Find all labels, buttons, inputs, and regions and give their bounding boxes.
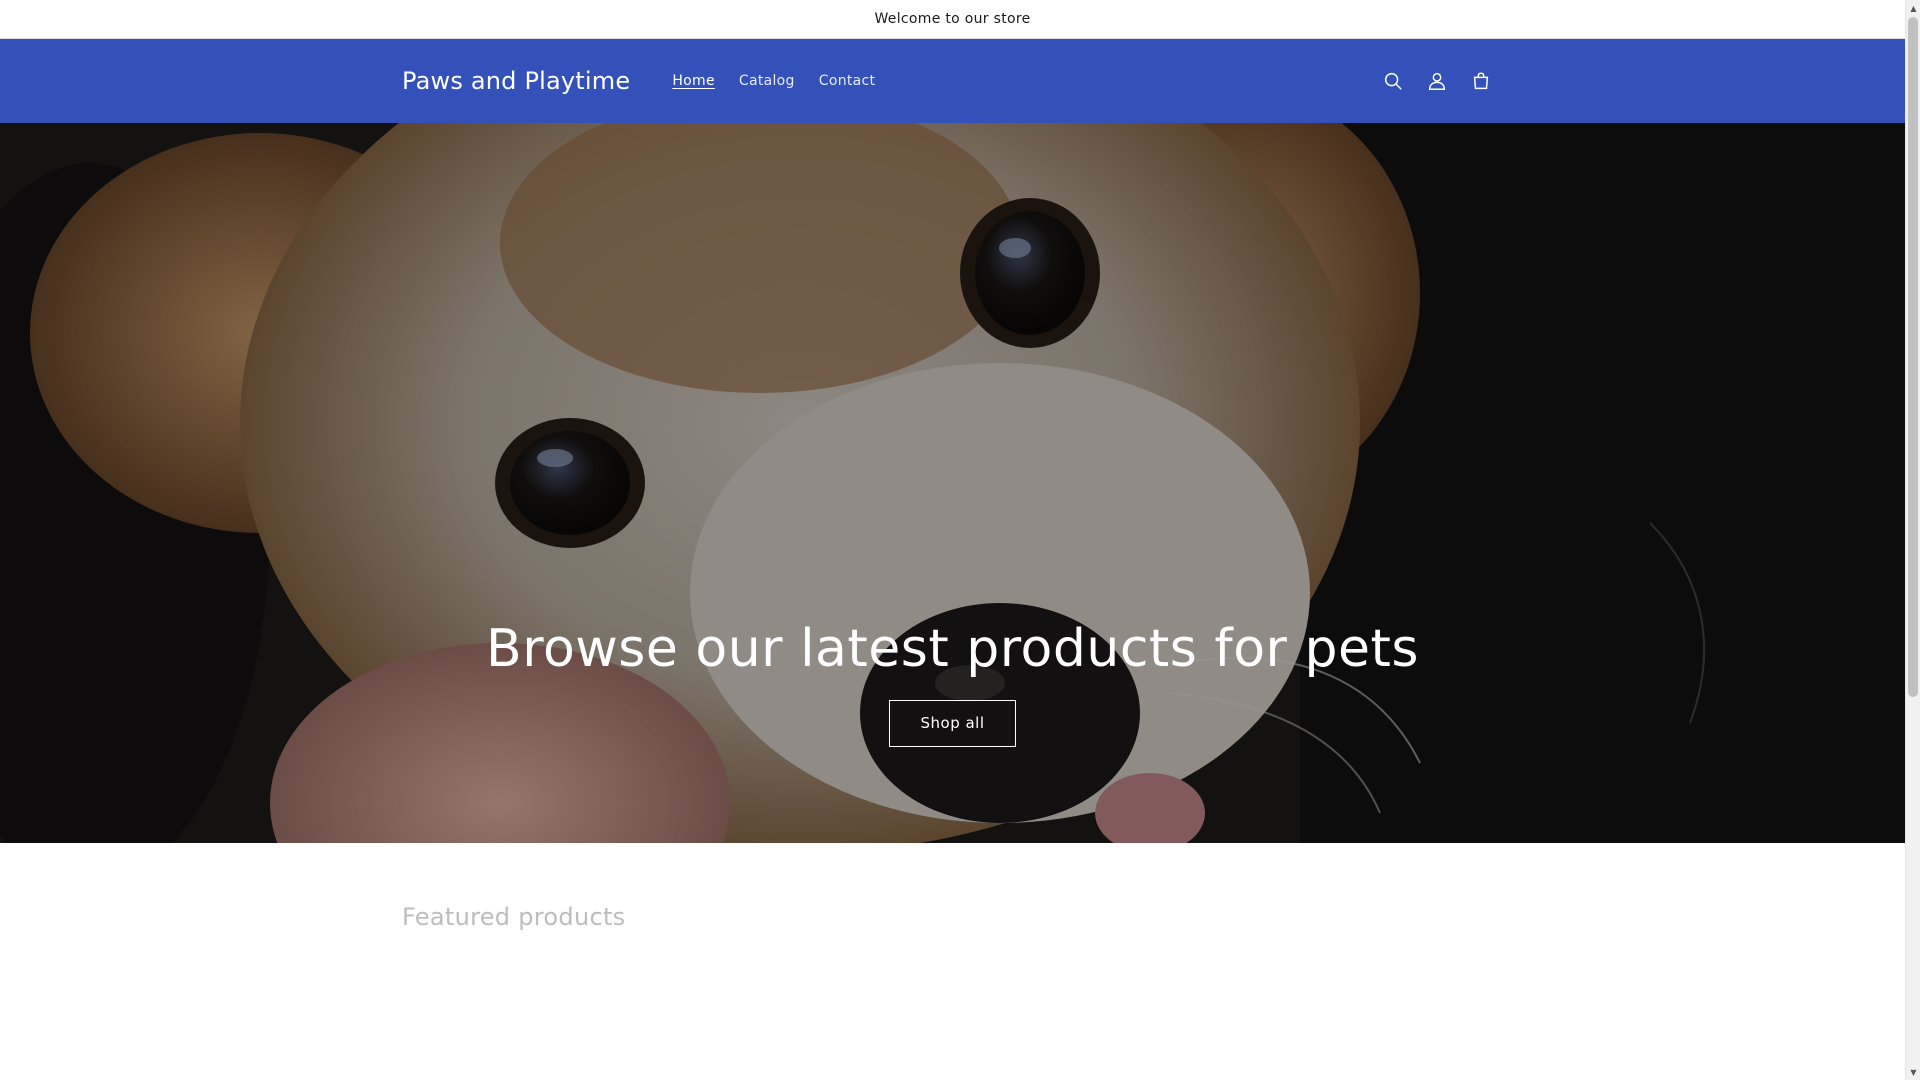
search-icon [1384,72,1402,90]
nav-catalog[interactable]: Catalog [727,73,807,89]
account-icon [1428,72,1446,90]
search-button[interactable] [1371,59,1415,103]
store-logo[interactable]: Paws and Playtime [402,67,630,95]
cart-button[interactable] [1459,59,1503,103]
hero-title: Browse our latest products for pets [486,619,1419,679]
cart-icon [1473,72,1489,90]
page-scrollbar[interactable]: ▲ ▼ [1905,0,1920,1080]
featured-products-section: Featured products [0,843,1905,931]
site-header: Paws and Playtime Home Catalog Contact [0,39,1905,123]
shop-all-button[interactable]: Shop all [889,700,1016,748]
header-icons [1371,59,1503,103]
scroll-thumb[interactable] [1908,17,1918,697]
page-viewport: Welcome to our store Paws and Playtime H… [0,0,1905,1080]
chevron-down-icon[interactable]: ▼ [1906,1064,1920,1080]
header-inner: Paws and Playtime Home Catalog Contact [402,39,1503,123]
account-button[interactable] [1415,59,1459,103]
nav-home[interactable]: Home [660,73,727,89]
chevron-up-icon[interactable]: ▲ [1906,0,1920,16]
announcement-text: Welcome to our store [874,11,1031,27]
featured-heading: Featured products [402,903,626,931]
announcement-bar: Welcome to our store [0,0,1905,39]
hero-content: Browse our latest products for pets Shop… [0,618,1905,748]
main-nav: Home Catalog Contact [660,73,887,89]
nav-contact[interactable]: Contact [807,73,888,89]
hero-banner: Browse our latest products for pets Shop… [0,123,1905,843]
